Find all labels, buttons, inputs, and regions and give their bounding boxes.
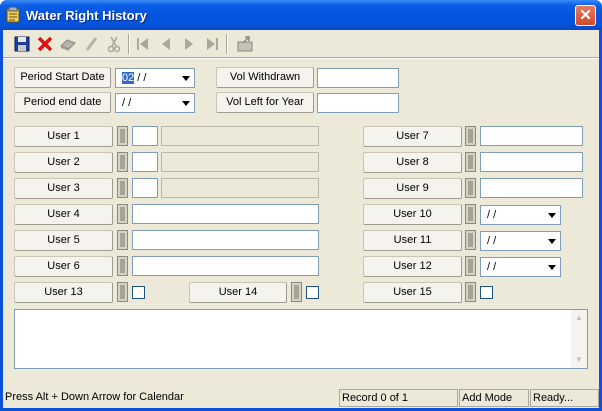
lock-icon[interactable] xyxy=(117,204,128,224)
period-end-date-combo[interactable]: / / xyxy=(115,93,195,113)
user-3-code-field[interactable] xyxy=(132,178,158,198)
lock-icon[interactable] xyxy=(465,178,476,198)
user-4-button[interactable]: User 4 xyxy=(14,204,113,225)
lock-icon[interactable] xyxy=(117,282,128,302)
user-8-field[interactable] xyxy=(480,152,583,172)
cut-icon[interactable] xyxy=(104,34,124,54)
user-12-date-value: / / xyxy=(487,261,497,273)
lock-icon[interactable] xyxy=(117,152,128,172)
user-4-field[interactable] xyxy=(132,204,319,224)
toolbar-separator xyxy=(128,34,130,54)
lock-icon[interactable] xyxy=(291,282,302,302)
user-1-button[interactable]: User 1 xyxy=(14,126,113,147)
user-14-checkbox[interactable] xyxy=(306,286,319,299)
period-start-date-combo[interactable]: 02 / / xyxy=(115,68,195,88)
user-6-field[interactable] xyxy=(132,256,319,276)
user-10-button[interactable]: User 10 xyxy=(363,204,462,225)
window-client-area: Period Start Date 02 / / Period end date… xyxy=(3,30,599,408)
toolbar-separator xyxy=(226,34,228,54)
next-record-icon[interactable] xyxy=(179,34,199,54)
user-10-date-value: / / xyxy=(487,209,497,221)
user-15-button[interactable]: User 15 xyxy=(363,282,462,303)
user-8-button[interactable]: User 8 xyxy=(363,152,462,173)
app-icon xyxy=(6,7,20,23)
notes-memo[interactable]: ▲ ▼ xyxy=(14,309,588,369)
user-13-checkbox[interactable] xyxy=(132,286,145,299)
user-1-code-field[interactable] xyxy=(132,126,158,146)
user-7-button[interactable]: User 7 xyxy=(363,126,462,147)
period-end-date-button[interactable]: Period end date xyxy=(14,92,111,113)
vol-left-for-year-field[interactable] xyxy=(317,93,399,113)
period-start-date-button[interactable]: Period Start Date xyxy=(14,67,111,88)
user-2-name-field xyxy=(161,152,319,172)
chevron-down-icon[interactable] xyxy=(544,259,559,275)
period-end-date-value: / / xyxy=(122,97,132,109)
user-11-date-value: / / xyxy=(487,235,497,247)
delete-icon[interactable] xyxy=(35,34,55,54)
chevron-down-icon[interactable] xyxy=(544,207,559,223)
lock-icon[interactable] xyxy=(465,256,476,276)
print-icon[interactable] xyxy=(58,34,78,54)
first-record-icon[interactable] xyxy=(133,34,153,54)
last-record-icon[interactable] xyxy=(202,34,222,54)
close-button[interactable]: ✕ xyxy=(575,5,596,26)
export-icon[interactable] xyxy=(235,34,255,54)
chevron-down-icon[interactable] xyxy=(178,70,193,86)
vol-withdrawn-button[interactable]: Vol Withdrawn xyxy=(216,67,314,88)
toolbar xyxy=(9,30,261,56)
save-icon[interactable] xyxy=(12,34,32,54)
scroll-up-icon[interactable]: ▲ xyxy=(571,310,587,326)
chevron-down-icon[interactable] xyxy=(544,233,559,249)
user-9-field[interactable] xyxy=(480,178,583,198)
lock-icon[interactable] xyxy=(465,230,476,250)
status-mode: Add Mode xyxy=(459,389,529,407)
user-1-name-field xyxy=(161,126,319,146)
status-record-count: Record 0 of 1 xyxy=(339,389,458,407)
status-state: Ready... xyxy=(530,389,599,407)
user-7-field[interactable] xyxy=(480,126,583,146)
lock-icon[interactable] xyxy=(117,178,128,198)
previous-record-icon[interactable] xyxy=(156,34,176,54)
scroll-down-icon[interactable]: ▼ xyxy=(571,352,587,368)
user-6-button[interactable]: User 6 xyxy=(14,256,113,277)
user-15-checkbox[interactable] xyxy=(480,286,493,299)
toolbar-divider xyxy=(3,57,599,59)
window-title: Water Right History xyxy=(26,8,147,23)
lock-icon[interactable] xyxy=(465,282,476,302)
chevron-down-icon[interactable] xyxy=(178,95,193,111)
vol-left-for-year-button[interactable]: Vol Left for Year xyxy=(216,92,314,113)
user-3-name-field xyxy=(161,178,319,198)
lock-icon[interactable] xyxy=(117,230,128,250)
lock-icon[interactable] xyxy=(117,126,128,146)
lock-icon[interactable] xyxy=(465,204,476,224)
user-5-button[interactable]: User 5 xyxy=(14,230,113,251)
close-icon: ✕ xyxy=(579,7,592,24)
user-3-button[interactable]: User 3 xyxy=(14,178,113,199)
user-9-button[interactable]: User 9 xyxy=(363,178,462,199)
memo-scrollbar[interactable]: ▲ ▼ xyxy=(571,310,587,368)
user-13-button[interactable]: User 13 xyxy=(14,282,113,303)
user-2-code-field[interactable] xyxy=(132,152,158,172)
edit-icon[interactable] xyxy=(81,34,101,54)
user-5-field[interactable] xyxy=(132,230,319,250)
user-10-date-combo[interactable]: / / xyxy=(480,205,561,225)
user-12-date-combo[interactable]: / / xyxy=(480,257,561,277)
application-window: Water Right History ✕ Period Start Date … xyxy=(0,0,602,411)
user-11-date-combo[interactable]: / / xyxy=(480,231,561,251)
title-bar[interactable]: Water Right History ✕ xyxy=(0,0,602,30)
user-12-button[interactable]: User 12 xyxy=(363,256,462,277)
period-start-date-value: 02 / / xyxy=(122,72,147,84)
lock-icon[interactable] xyxy=(117,256,128,276)
vol-withdrawn-field[interactable] xyxy=(317,68,399,88)
lock-icon[interactable] xyxy=(465,152,476,172)
status-hint: Press Alt + Down Arrow for Calendar xyxy=(5,391,184,403)
user-14-button[interactable]: User 14 xyxy=(189,282,287,303)
user-2-button[interactable]: User 2 xyxy=(14,152,113,173)
status-bar: Press Alt + Down Arrow for Calendar Reco… xyxy=(3,386,599,408)
lock-icon[interactable] xyxy=(465,126,476,146)
user-11-button[interactable]: User 11 xyxy=(363,230,462,251)
